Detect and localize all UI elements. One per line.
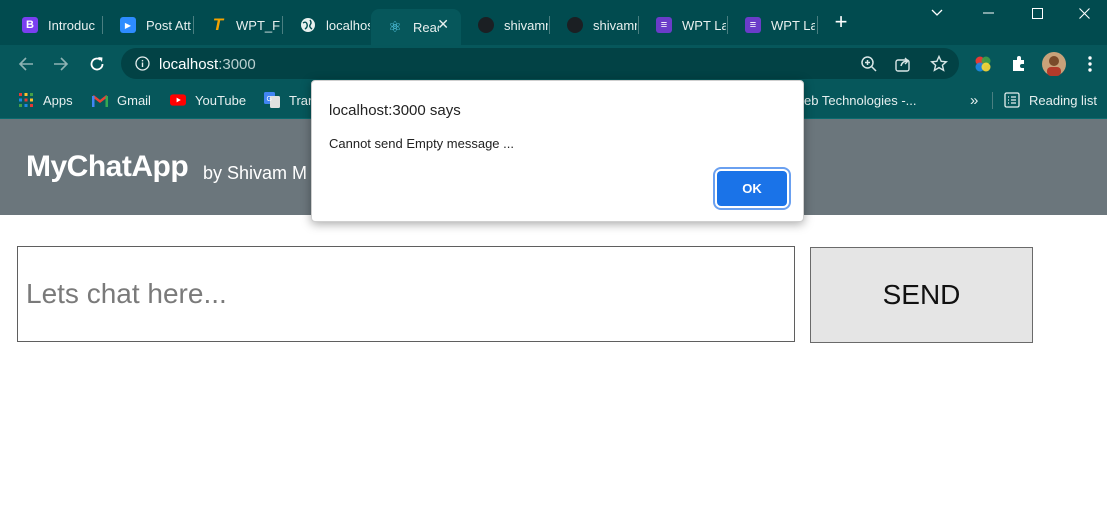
bookmark-star-icon[interactable] [930,54,948,73]
bookmark-label: eb Technologies -... [804,92,917,108]
tab-title: WPT Lal [771,17,815,33]
tab-wpt-fir[interactable]: T WPT_Fir [194,9,280,41]
bookmark-label: YouTube [195,92,247,108]
bookmarks-divider [992,92,993,109]
maximize-button[interactable] [1014,0,1060,26]
forward-button[interactable] [48,51,74,77]
youtube-icon [170,92,186,108]
github-icon [567,17,583,33]
tab-separator [817,16,818,34]
google-translate-icon: G [264,92,280,108]
app-byline: by Shivam M [203,163,308,183]
zoom-video-icon: ▶ [120,17,136,33]
tab-separator [549,16,550,34]
tab-title: Reac [413,19,439,35]
tab-shivamr-github-2[interactable]: shivamr [551,9,637,41]
gmail-icon [92,92,108,108]
new-tab-button[interactable]: + [831,11,851,33]
tab-introduc[interactable]: B Introduc [6,9,98,41]
svg-text:G: G [267,96,272,103]
site-info-icon[interactable] [135,56,150,71]
reading-list-label: Reading list [1029,92,1097,108]
browser-tab-strip: B Introduc ▶ Post Att T WPT_Fir localhos… [0,0,1107,45]
zoom-icon[interactable] [860,55,878,73]
bookmark-label: Gmail [117,92,151,108]
tab-title: WPT Lal [682,17,726,33]
tab-title: Post Att [146,17,191,33]
reading-list-button[interactable]: Reading list [1004,91,1097,109]
bootstrap-icon: B [22,17,38,33]
tab-wpt-lal-2[interactable]: ≡ WPT Lal [729,9,815,41]
react-icon: ⚛ [388,19,402,36]
color-extension-icon[interactable] [973,54,993,74]
github-icon [478,17,494,33]
tab-title: shivamr [504,17,548,33]
profile-avatar-icon[interactable] [1042,52,1066,76]
t-logo-icon: T [212,15,224,34]
reload-button[interactable] [84,51,110,77]
minimize-button[interactable] [965,0,1011,26]
send-button[interactable]: SEND [810,247,1033,343]
alert-dialog: localhost:3000 says Cannot send Empty me… [311,80,804,222]
address-bar[interactable]: localhost:3000 [121,48,959,79]
bookmark-label: Apps [43,92,73,108]
share-icon[interactable] [894,55,912,73]
tab-title: WPT_Fir [236,17,280,33]
list-doc-icon: ≡ [656,17,672,33]
tab-wpt-lal[interactable]: ≡ WPT Lal [640,9,726,41]
close-icon[interactable]: ✕ [437,16,449,33]
ok-button[interactable]: OK [717,171,787,206]
back-button[interactable] [13,51,39,77]
chat-message-input[interactable] [17,246,795,342]
reading-list-icon [1004,92,1020,108]
url-host: localhost [159,56,219,73]
tab-shivamr-github[interactable]: shivamr [462,9,548,41]
tab-separator [102,16,103,34]
browser-toolbar: localhost:3000 [0,45,1107,82]
tab-search-chevron-icon[interactable] [914,0,960,26]
url-text: localhost:3000 [159,56,256,73]
tab-title: shivamr [593,17,637,33]
bookmark-apps[interactable]: Apps [18,91,73,109]
tab-localhost[interactable]: localhos [284,9,370,41]
tab-separator [282,16,283,34]
bookmark-gmail[interactable]: Gmail [92,91,151,109]
chevron-double-right-icon: » [970,91,979,109]
tab-separator [638,16,639,34]
apps-grid-icon [18,92,34,108]
list-doc-icon: ≡ [745,17,761,33]
tab-post-att[interactable]: ▶ Post Att [104,9,192,41]
dialog-message: Cannot send Empty message ... [329,136,514,151]
extensions-puzzle-icon[interactable] [1009,54,1029,74]
close-window-button[interactable] [1061,0,1107,26]
bookmark-youtube[interactable]: YouTube [170,91,246,109]
bookmark-web-technologies[interactable]: eb Technologies -... [804,91,917,109]
kebab-menu-icon[interactable] [1080,54,1100,74]
globe-icon [300,17,316,33]
url-port: :3000 [218,56,256,73]
app-title: MyChatApp [26,150,189,183]
tab-title: localhos [326,17,370,33]
tab-separator [727,16,728,34]
tab-react-active[interactable]: ⚛ Reac ✕ [371,9,461,45]
bookmark-google-translate[interactable]: G Tran [264,91,315,109]
more-bookmarks-button[interactable]: » [970,91,978,109]
tab-title: Introduc [48,17,95,33]
dialog-title: localhost:3000 says [329,102,461,119]
